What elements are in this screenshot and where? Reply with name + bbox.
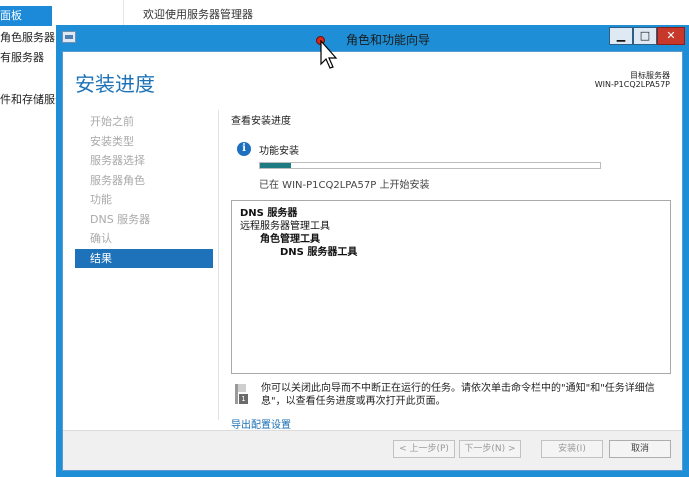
step-confirmation: 确认 [90,232,112,245]
mouse-pointer-icon [320,40,338,69]
progress-fill [260,163,291,168]
step-server-roles: 服务器角色 [90,173,145,187]
cancel-button[interactable]: 取消 [609,440,671,458]
step-features: 功能 [90,193,112,206]
info-icon: i [237,142,251,156]
target-server-name: WIN-P1CQ2LPA57P [594,80,670,89]
step-results[interactable]: 结果 [75,248,213,268]
wizard-steps-nav: 开始之前 安装类型 服务器选择 服务器角色 功能 DNS 服务器 确认 结果 [75,112,213,268]
minimize-button[interactable]: ▁ [609,27,633,45]
server-manager-header: 欢迎使用服务器管理器 [125,0,689,28]
results-list[interactable]: DNS 服务器 远程服务器管理工具 角色管理工具 DNS 服务器工具 [231,200,671,374]
previous-button[interactable]: < 上一步(P) [393,440,455,458]
sidebar-item-local-server[interactable]: 角色服务器 [0,28,55,48]
next-button[interactable]: 下一步(N) > [459,440,521,458]
main-content: 查看安装进度 i 功能安装 已在 WIN-P1CQ2LPA57P 上开始安装 D… [231,112,671,431]
install-progress-bar [259,162,601,169]
page-title: 安装进度 [75,72,155,96]
wizard-app-icon [62,31,76,43]
result-item-dns-server: DNS 服务器 [240,208,298,219]
window-titlebar[interactable]: 角色和功能向导 ▁ □ ✕ [56,25,689,51]
section-title: 查看安装进度 [231,116,291,127]
content-divider [218,110,219,420]
close-button[interactable]: ✕ [657,27,685,45]
sidebar-item-all-servers[interactable]: 有服务器 [0,48,44,68]
export-config-link[interactable]: 导出配置设置 [231,416,291,431]
info-label: 功能安装 [259,146,299,157]
result-item-rsat: 远程服务器管理工具 [240,221,330,232]
window-title: 角色和功能向导 [346,33,431,47]
result-item-role-admin-tools: 角色管理工具 [260,234,320,245]
step-dns-server: DNS 服务器 [90,212,151,226]
step-installation-type: 安装类型 [90,134,134,148]
sidebar-item-dashboard[interactable]: 面板 [0,6,52,26]
progress-status: 已在 WIN-P1CQ2LPA57P 上开始安装 [259,180,430,191]
step-server-selection: 服务器选择 [90,154,145,167]
close-wizard-note: 你可以关闭此向导而不中断正在运行的任务。请依次单击命令栏中的"通知"和"任务详细… [261,383,655,407]
task-flag-icon: 1 [235,384,248,404]
add-roles-wizard-window: 角色和功能向导 ▁ □ ✕ 安装进度 目标服务器 WIN-P1CQ2LPA57P… [56,25,689,477]
install-button[interactable]: 安装(I) [541,440,603,458]
step-before-you-begin: 开始之前 [90,115,134,128]
result-item-dns-server-tools: DNS 服务器工具 [280,247,358,258]
maximize-button[interactable]: □ [633,27,657,45]
welcome-title: 欢迎使用服务器管理器 [143,8,253,21]
wizard-footer: < 上一步(P) 下一步(N) > 安装(I) 取消 [63,430,682,470]
wizard-client-area: 安装进度 目标服务器 WIN-P1CQ2LPA57P 开始之前 安装类型 服务器… [62,51,683,471]
